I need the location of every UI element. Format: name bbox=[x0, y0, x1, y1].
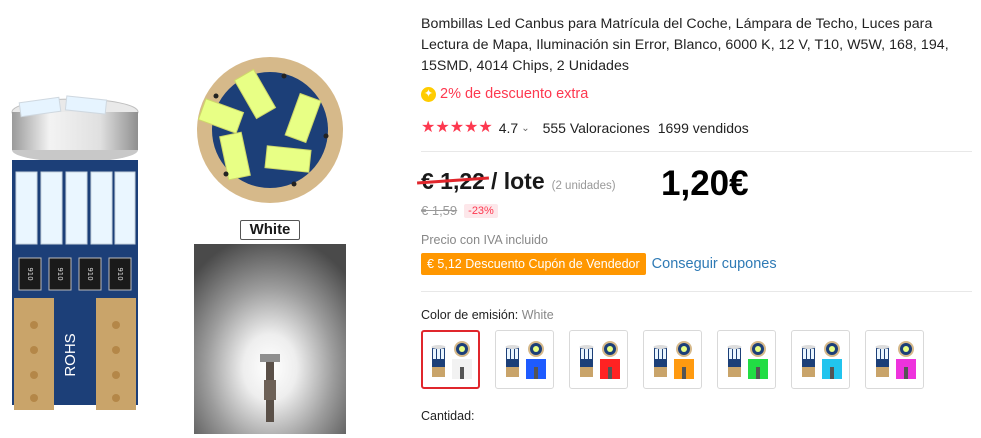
color-swatch-pink[interactable] bbox=[865, 330, 924, 389]
swatch-thumbnail bbox=[727, 340, 768, 379]
chip-text: 910 bbox=[56, 267, 64, 280]
swatch-thumbnail bbox=[875, 340, 916, 379]
original-price-row: € 1,59 -23% bbox=[421, 203, 498, 218]
chip-text: 910 bbox=[26, 267, 34, 280]
color-swatches bbox=[421, 330, 939, 389]
units-note: (2 unidades) bbox=[551, 180, 616, 192]
bulb-side-image[interactable]: 910 910 910 910 ROHS bbox=[0, 0, 150, 430]
coupon-row: € 5,12 Descuento Cupón de Vendedor Conse… bbox=[421, 253, 777, 275]
swatch-thumbnail bbox=[579, 340, 620, 379]
chevron-down-icon[interactable]: ⌄ bbox=[521, 123, 529, 134]
swatch-thumbnail bbox=[653, 340, 694, 379]
product-title: Bombillas Led Canbus para Matrícula del … bbox=[421, 16, 949, 74]
color-swatch-yellow[interactable] bbox=[643, 330, 702, 389]
color-swatch-green[interactable] bbox=[717, 330, 776, 389]
emission-color-value: White bbox=[521, 308, 554, 322]
white-color-label: White bbox=[240, 220, 300, 240]
price-unit: / lote bbox=[490, 168, 545, 194]
current-price: € 1,22 bbox=[416, 168, 490, 195]
chip-text: 910 bbox=[116, 267, 124, 280]
price-row: € 1,22 / lote (2 unidades) bbox=[416, 168, 616, 195]
star-icon: ★ bbox=[435, 119, 450, 136]
rating-value[interactable]: 4.7 bbox=[499, 120, 518, 136]
emission-color-label: Color de emisión: White bbox=[421, 308, 554, 322]
rating-row: ★ ★ ★ ★ ★ 4.7 ⌄ 555 Valoraciones 1699 ve… bbox=[421, 120, 749, 137]
color-swatch-blue[interactable] bbox=[495, 330, 554, 389]
sold-count: 1699 vendidos bbox=[657, 120, 749, 136]
handwritten-price: 1,20€ bbox=[661, 164, 749, 203]
swatch-thumbnail bbox=[505, 340, 546, 379]
product-gallery: 910 910 910 910 ROHS White bbox=[0, 0, 400, 438]
star-icon: ★ bbox=[464, 119, 479, 136]
promo-text: 2% de descuento extra bbox=[440, 86, 589, 102]
rating-stars: ★ ★ ★ ★ ★ bbox=[421, 120, 493, 136]
promo-banner[interactable]: ✦ 2% de descuento extra bbox=[421, 86, 588, 102]
quantity-label: Cantidad: bbox=[421, 409, 475, 423]
coin-icon: ✦ bbox=[421, 86, 436, 102]
star-icon: ★ bbox=[478, 119, 493, 136]
discount-badge: -23% bbox=[464, 203, 498, 218]
pcb-text: ROHS bbox=[62, 333, 79, 376]
chip-text: 910 bbox=[86, 267, 94, 280]
star-icon: ★ bbox=[449, 119, 465, 136]
swatch-thumbnail bbox=[801, 340, 842, 379]
swatch-thumbnail bbox=[431, 340, 472, 379]
color-swatch-red[interactable] bbox=[569, 330, 628, 389]
emission-color-title: Color de emisión: bbox=[421, 308, 519, 322]
reviews-link[interactable]: 555 Valoraciones bbox=[543, 120, 650, 136]
divider bbox=[421, 291, 972, 292]
original-price: € 1,59 bbox=[421, 203, 458, 218]
divider bbox=[421, 151, 972, 152]
bulb-top-image[interactable] bbox=[196, 56, 344, 204]
seller-coupon-badge: € 5,12 Descuento Cupón de Vendedor bbox=[421, 253, 646, 275]
star-icon: ★ bbox=[421, 119, 436, 136]
lit-bulb-image[interactable] bbox=[194, 244, 346, 434]
get-coupons-link[interactable]: Conseguir cupones bbox=[652, 256, 777, 272]
vat-note: Precio con IVA incluido bbox=[421, 233, 548, 247]
color-swatch-ice-blue[interactable] bbox=[791, 330, 850, 389]
color-swatch-white[interactable] bbox=[421, 330, 480, 389]
